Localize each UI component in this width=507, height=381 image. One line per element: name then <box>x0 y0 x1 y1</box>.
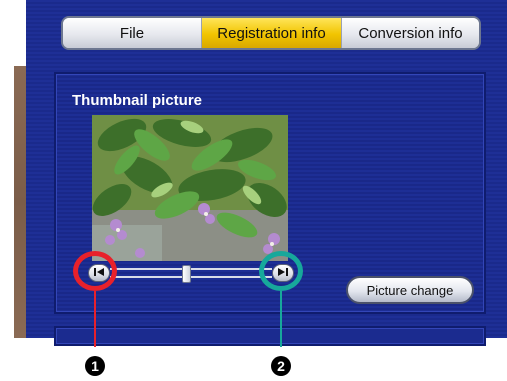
left-edge-strip <box>14 66 26 338</box>
slider-knob[interactable] <box>181 265 191 283</box>
callout-ring-1 <box>73 251 117 291</box>
callout-leader-2 <box>280 291 282 347</box>
picture-change-button[interactable]: Picture change <box>346 276 474 304</box>
tab-bar: File Registration info Conversion info <box>61 16 481 50</box>
thumbnail-image <box>92 115 288 261</box>
callout-marker-2: 2 <box>271 356 291 376</box>
tab-registration-info[interactable]: Registration info <box>201 18 341 48</box>
tab-file[interactable]: File <box>63 18 201 48</box>
lower-panel <box>54 326 486 346</box>
panel-title: Thumbnail picture <box>72 92 203 109</box>
tab-conversion-info[interactable]: Conversion info <box>341 18 479 48</box>
thumbnail-photo-graphic <box>92 115 288 261</box>
callout-marker-1: 1 <box>85 356 105 376</box>
callout-leader-1 <box>94 291 96 347</box>
callout-ring-2 <box>259 251 303 291</box>
slider-track[interactable] <box>110 268 272 278</box>
